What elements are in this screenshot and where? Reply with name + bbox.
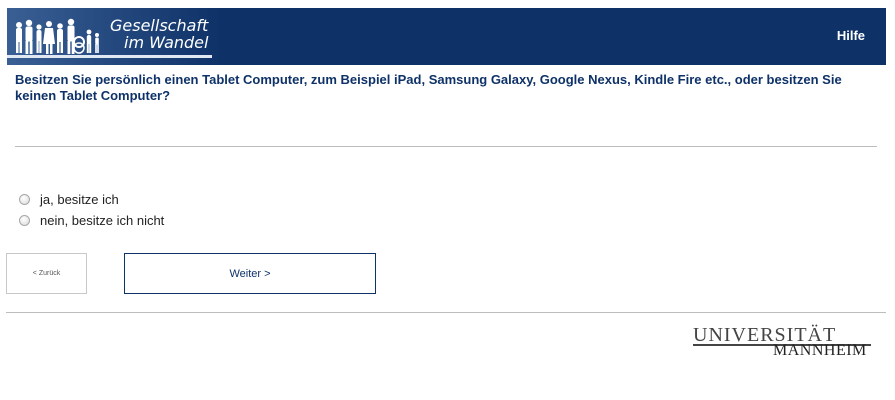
- survey-header: Gesellschaft im Wandel Hilfe: [7, 8, 886, 65]
- logo-text: Gesellschaft im Wandel: [110, 17, 208, 51]
- next-button[interactable]: Weiter >: [124, 253, 376, 294]
- option-yes[interactable]: ja, besitze ich: [19, 191, 119, 207]
- logo-line-2: im Wandel: [124, 33, 209, 52]
- logo: Gesellschaft im Wandel: [7, 8, 222, 65]
- divider: [15, 146, 877, 147]
- footer-divider: [6, 312, 886, 313]
- back-button[interactable]: < Zurück: [6, 253, 87, 294]
- university-name-line-2: MANNHEIM: [773, 342, 867, 359]
- option-label: nein, besitze ich nicht: [40, 212, 165, 228]
- option-no[interactable]: nein, besitze ich nicht: [19, 212, 164, 228]
- radio-button[interactable]: [19, 193, 30, 205]
- option-label: ja, besitze ich: [40, 191, 119, 207]
- radio-button[interactable]: [19, 214, 30, 226]
- university-logo: UNIVERSITÄT MANNHEIM: [693, 324, 873, 360]
- help-link[interactable]: Hilfe: [837, 28, 865, 43]
- question-text: Besitzen Sie persönlich einen Tablet Com…: [15, 72, 842, 103]
